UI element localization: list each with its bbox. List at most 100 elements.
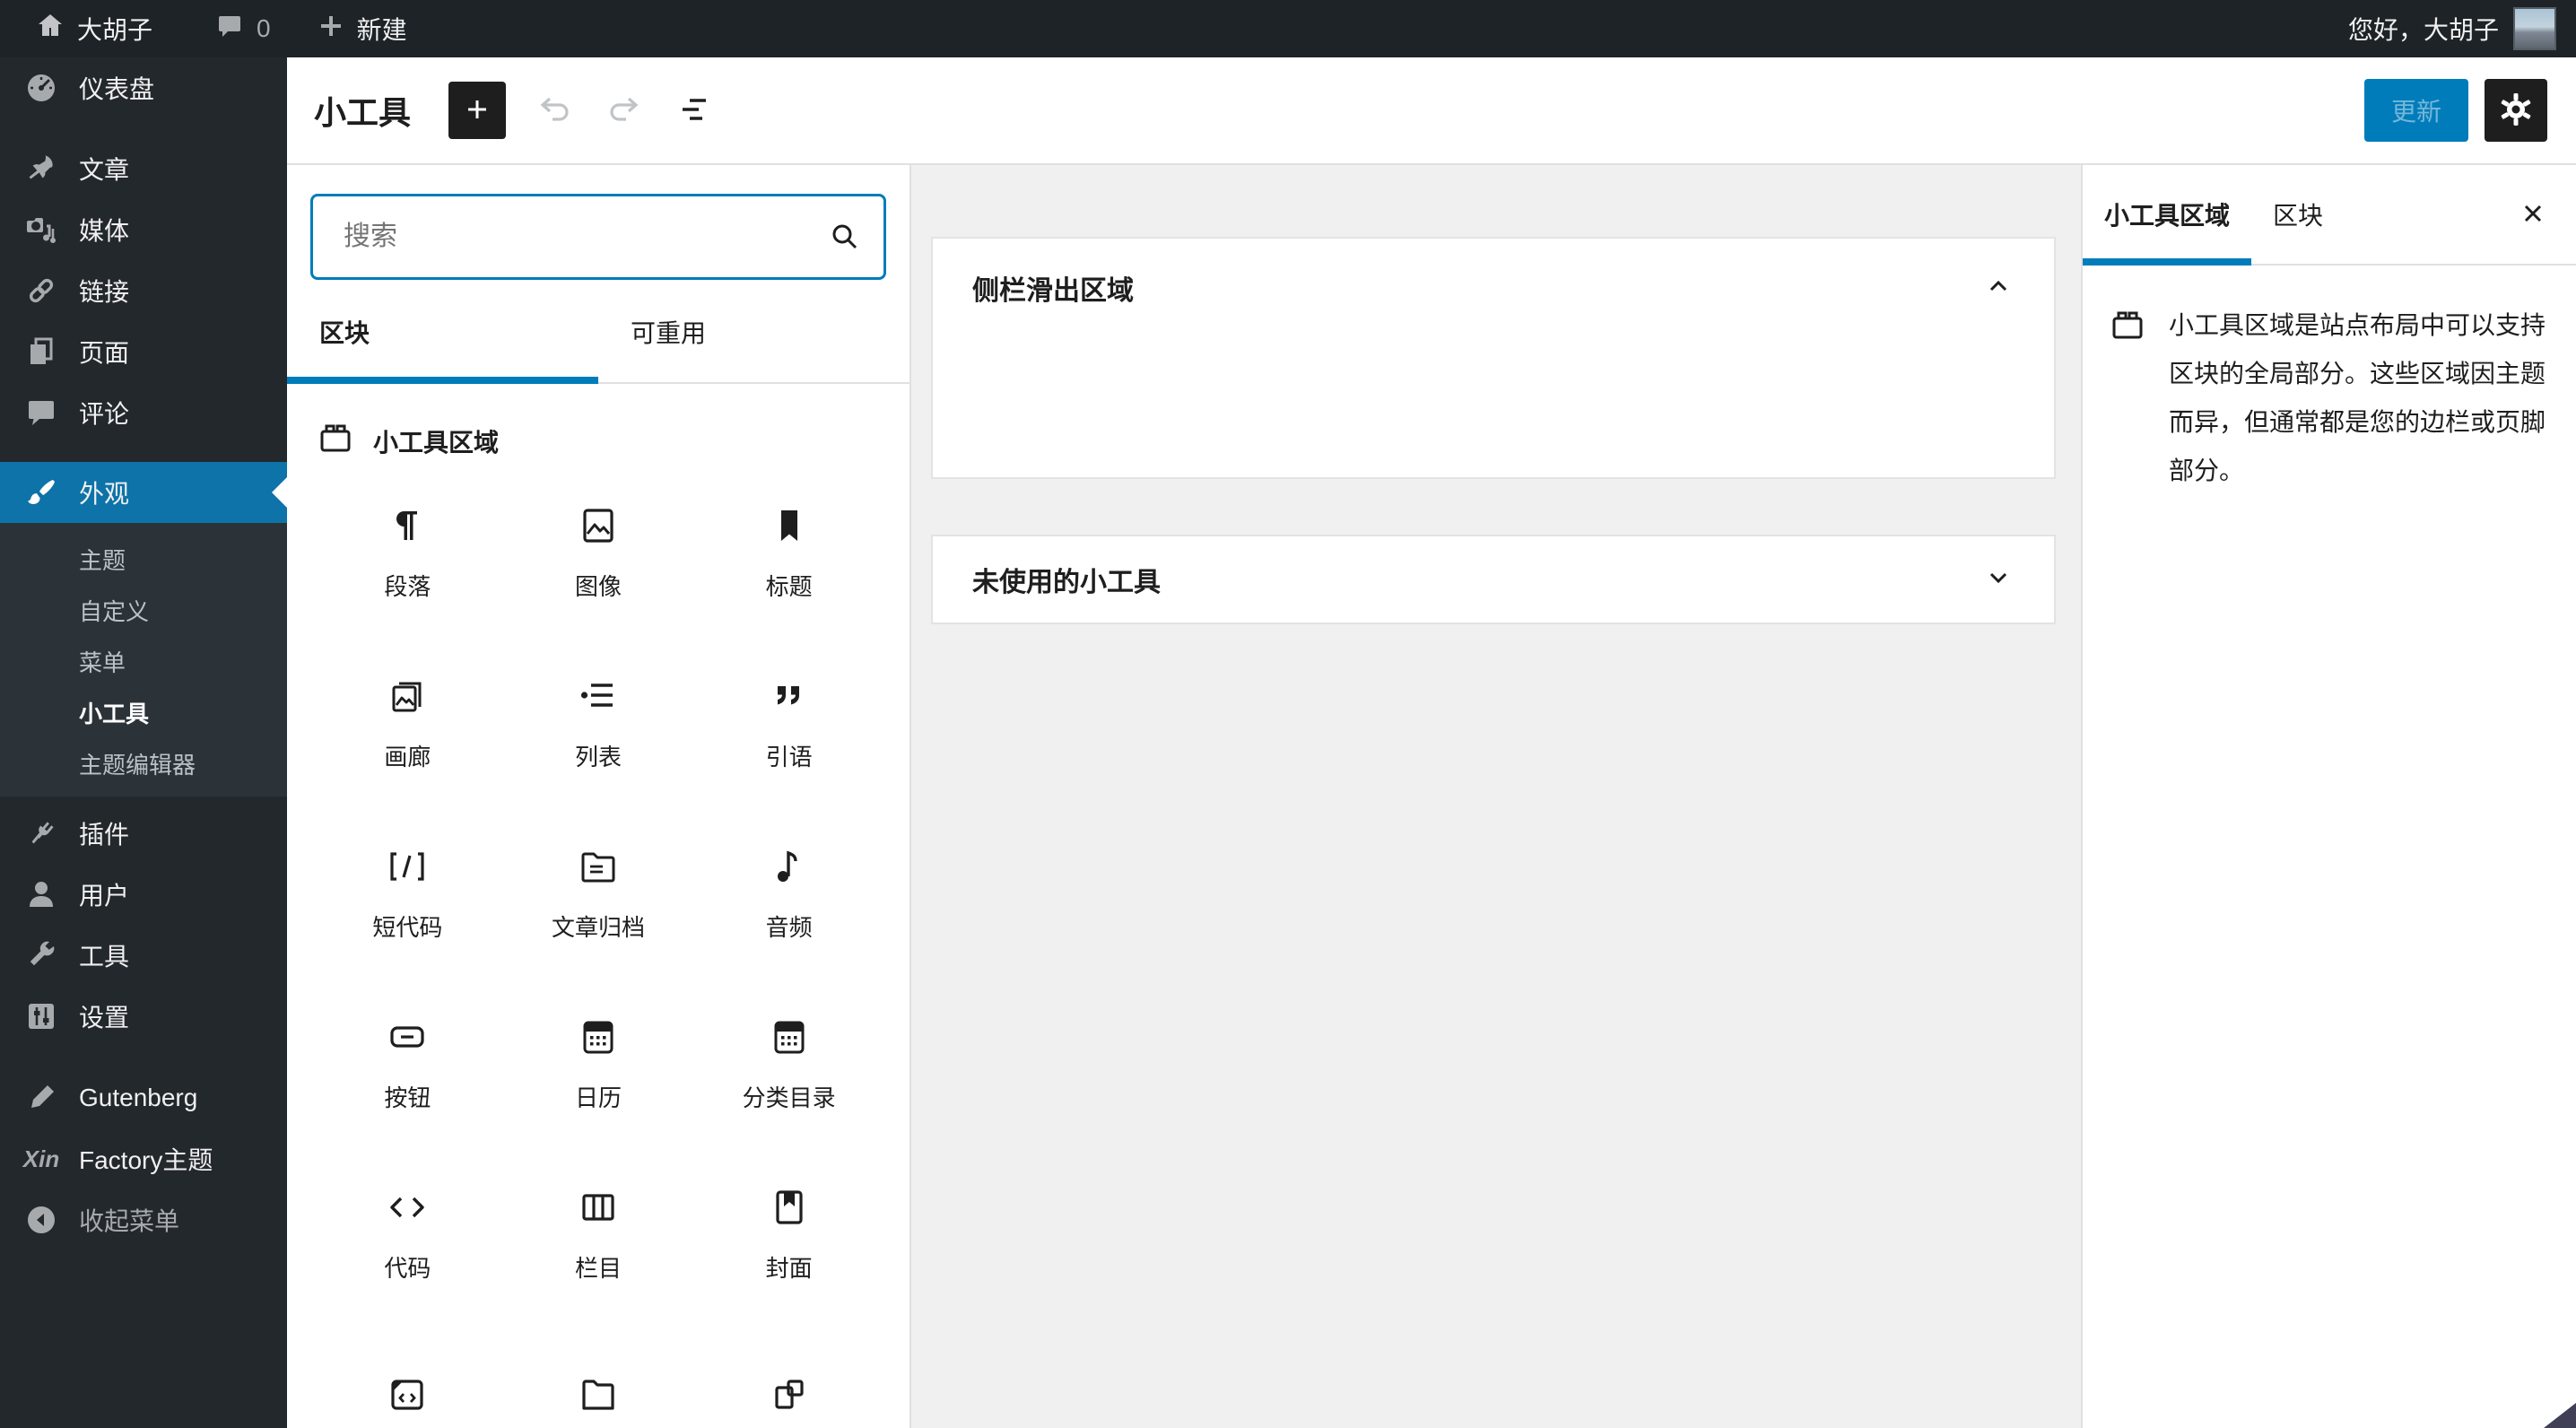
redo-icon (605, 90, 644, 132)
block-item-shortcode[interactable]: 短代码 (312, 808, 503, 979)
block-inserter-panel: 区块 可重用 小工具区域 段落 图像 标题 画廊 列表 引 (287, 165, 911, 1428)
widget-areas-description: 小工具区域是站点布局中可以支持区块的全局部分。这些区域因主题而异，但通常都是您的… (2083, 266, 2576, 495)
greeting: 您好，大胡子 (2347, 16, 2499, 44)
block-category-header: 小工具区域 (287, 384, 909, 467)
group-icon (775, 1380, 804, 1409)
gear-icon (2498, 91, 2534, 130)
block-item-audio[interactable]: 音频 (693, 808, 884, 979)
sidebar-item-label: 插件 (79, 821, 130, 849)
sidebar-item-pages[interactable]: 页面 (0, 321, 287, 382)
submenu-item-widgets[interactable]: 小工具 (0, 689, 287, 740)
close-settings-button[interactable] (2513, 195, 2553, 234)
list-view-button[interactable] (673, 89, 716, 132)
comments-icon (25, 396, 57, 429)
sidebar-item-gutenberg[interactable]: Gutenberg (0, 1067, 287, 1128)
cover-icon (776, 1189, 803, 1224)
account-menu[interactable]: 您好，大胡子 (2348, 0, 2576, 57)
sidebar-item-plugins[interactable]: 插件 (0, 803, 287, 864)
block-item-archives[interactable]: 文章归档 (503, 808, 694, 979)
inserter-tabs: 区块 可重用 (287, 282, 909, 384)
current-menu-arrow (272, 477, 287, 508)
list-view-icon (674, 90, 714, 132)
block-category-title: 小工具区域 (373, 428, 500, 457)
sidebar-item-xin-factory[interactable]: Xin Factory主题 (0, 1128, 287, 1189)
sidebar-item-dashboard[interactable]: 仪表盘 (0, 57, 287, 118)
submenu-item-customize[interactable]: 自定义 (0, 587, 287, 638)
sidebar-item-comments[interactable]: 评论 (0, 382, 287, 443)
comments-count: 0 (257, 14, 271, 42)
sidebar-item-tools[interactable]: 工具 (0, 925, 287, 986)
block-item-partial-2[interactable] (503, 1319, 694, 1428)
users-icon (25, 878, 57, 910)
sidebar-item-label: 收起菜单 (79, 1207, 180, 1235)
links-icon (25, 274, 57, 307)
block-inserter-toggle-button[interactable] (448, 82, 507, 139)
sidebar-item-label: 用户 (79, 882, 130, 910)
block-item-partial-1[interactable] (312, 1319, 503, 1428)
redo-button[interactable] (603, 89, 646, 132)
submenu-item-themes[interactable]: 主题 (0, 536, 287, 587)
calendar-icon (583, 1021, 614, 1053)
block-item-button[interactable]: 按钮 (312, 979, 503, 1149)
submenu-item-theme-editor[interactable]: 主题编辑器 (0, 740, 287, 791)
undo-button[interactable] (533, 89, 576, 132)
block-item-categories[interactable]: 分类目录 (693, 979, 884, 1149)
update-button[interactable]: 更新 (2363, 79, 2468, 142)
sidebar-item-settings[interactable]: 设置 (0, 986, 287, 1047)
pages-icon (25, 335, 57, 368)
new-content-link[interactable]: 新建 (301, 0, 423, 57)
tab-blocks[interactable]: 区块 (287, 282, 598, 384)
sidebar-item-label: 评论 (79, 400, 130, 428)
media-icon (25, 213, 57, 246)
page-title: 小工具 (314, 94, 412, 131)
tab-block[interactable]: 区块 (2251, 165, 2345, 264)
heading-icon (780, 509, 797, 541)
tab-widget-areas[interactable]: 小工具区域 (2083, 165, 2252, 266)
block-item-heading[interactable]: 标题 (693, 467, 884, 638)
paragraph-icon (396, 510, 418, 540)
block-item-code[interactable]: 代码 (312, 1149, 503, 1319)
search-input[interactable] (310, 194, 886, 280)
sidebar-item-posts[interactable]: 文章 (0, 138, 287, 199)
archives-icon (581, 852, 615, 882)
comments-link[interactable]: 0 (199, 0, 287, 57)
sidebar-item-appearance[interactable]: 外观 (0, 462, 287, 523)
admin-bar: 大胡子 0 新建 您好，大胡子 (0, 0, 2576, 57)
appearance-submenu: 主题 自定义 菜单 小工具 主题编辑器 (0, 523, 287, 797)
site-link[interactable]: 大胡子 (20, 0, 169, 57)
posts-icon (25, 152, 57, 185)
admin-menu: 仪表盘 文章 媒体 链接 页面 评论 外观 主题 自定义 菜单 小工具 主题编辑… (0, 57, 287, 1428)
widget-area-header[interactable]: 未使用的小工具 (933, 530, 2054, 629)
appearance-brush-icon (25, 476, 57, 509)
block-item-columns[interactable]: 栏目 (503, 1149, 694, 1319)
block-item-cover[interactable]: 封面 (693, 1149, 884, 1319)
sidebar-item-label: 外观 (79, 480, 130, 508)
block-item-quote[interactable]: 引语 (693, 638, 884, 808)
sidebar-item-links[interactable]: 链接 (0, 260, 287, 321)
block-item-gallery[interactable]: 画廊 (312, 638, 503, 808)
avatar (2513, 7, 2556, 50)
image-icon (583, 508, 614, 543)
site-name: 大胡子 (77, 16, 153, 44)
widget-area-header[interactable]: 侧栏滑出区域 (933, 239, 2054, 337)
columns-icon (582, 1193, 614, 1221)
tab-reusable[interactable]: 可重用 (598, 282, 909, 382)
sidebar-item-collapse-menu[interactable]: 收起菜单 (0, 1189, 287, 1250)
shortcode-icon (390, 851, 424, 881)
sidebar-item-media[interactable]: 媒体 (0, 199, 287, 260)
settings-toggle-button[interactable] (2485, 79, 2547, 142)
submenu-item-menus[interactable]: 菜单 (0, 638, 287, 689)
block-item-list[interactable]: 列表 (503, 638, 694, 808)
chevron-up-icon (1982, 270, 2015, 307)
block-item-image[interactable]: 图像 (503, 467, 694, 638)
block-item-partial-3[interactable] (693, 1319, 884, 1428)
sidebar-item-label: 页面 (79, 339, 130, 367)
block-item-paragraph[interactable]: 段落 (312, 467, 503, 638)
button-icon (390, 1025, 424, 1048)
widgets-canvas: 侧栏滑出区域 未使用的小工具 (911, 165, 2081, 1428)
sidebar-item-label: 仪表盘 (79, 75, 155, 103)
new-label: 新建 (356, 16, 407, 44)
block-item-calendar[interactable]: 日历 (503, 979, 694, 1149)
sidebar-item-users[interactable]: 用户 (0, 864, 287, 925)
description-text: 小工具区域是站点布局中可以支持区块的全局部分。这些区域因主题而异，但通常都是您的… (2169, 311, 2546, 484)
